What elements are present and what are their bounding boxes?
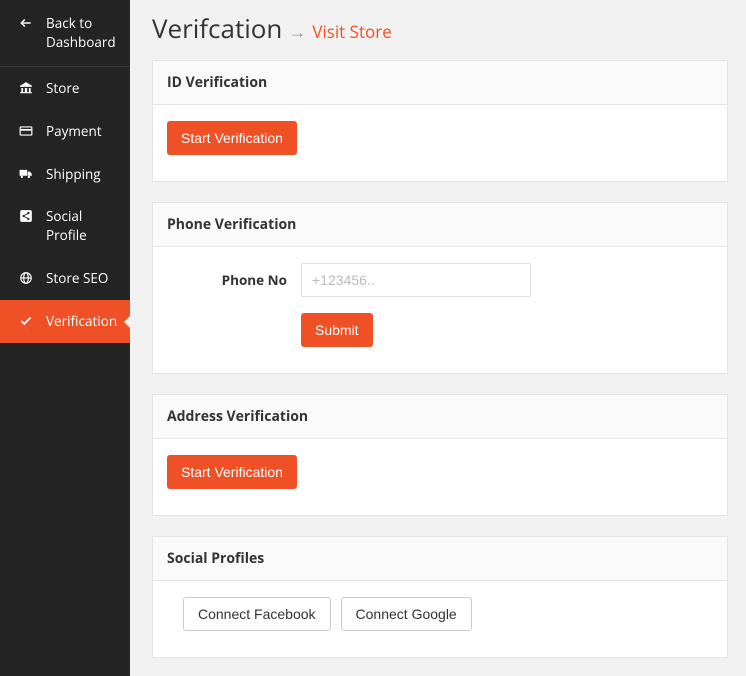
phone-verification-panel: Phone Verification Phone No Submit [152, 202, 728, 374]
phone-input[interactable] [301, 263, 531, 297]
truck-icon [18, 167, 34, 181]
connect-facebook-button[interactable]: Connect Facebook [183, 597, 331, 631]
connect-google-button[interactable]: Connect Google [341, 597, 472, 631]
sidebar-item-social-profile[interactable]: Social Profile [0, 195, 130, 257]
page-title-text: Verifcation [152, 10, 282, 46]
sidebar-item-label: Payment [46, 122, 120, 141]
start-id-verification-button[interactable]: Start Verification [167, 121, 297, 155]
panel-body: Start Verification [153, 439, 727, 515]
panel-header: Phone Verification [153, 203, 727, 247]
check-icon [18, 314, 34, 328]
sidebar-item-payment[interactable]: Payment [0, 110, 130, 153]
share-icon [18, 209, 34, 223]
sidebar-item-label: Shipping [46, 165, 120, 184]
submit-phone-button[interactable]: Submit [301, 313, 373, 347]
visit-store-link[interactable]: Visit Store [312, 20, 391, 43]
start-address-verification-button[interactable]: Start Verification [167, 455, 297, 489]
panel-body: Phone No Submit [153, 247, 727, 373]
phone-label: Phone No [167, 271, 287, 289]
sidebar-item-label: Social Profile [46, 207, 120, 245]
panel-header: ID Verification [153, 61, 727, 105]
panel-header: Social Profiles [153, 537, 727, 581]
sidebar-item-label: Back to Dashboard [46, 14, 120, 52]
bank-icon [18, 81, 34, 95]
sidebar-item-store-seo[interactable]: Store SEO [0, 257, 130, 300]
sidebar-item-verification[interactable]: Verification [0, 300, 130, 343]
panel-body: Connect Facebook Connect Google [153, 581, 727, 657]
sidebar-item-back[interactable]: Back to Dashboard [0, 0, 130, 67]
panel-header: Address Verification [153, 395, 727, 439]
main-content: Verifcation → Visit Store ID Verificatio… [130, 0, 746, 676]
phone-form-row: Phone No [167, 263, 713, 297]
panel-body: Start Verification [153, 105, 727, 181]
id-verification-panel: ID Verification Start Verification [152, 60, 728, 182]
page-title: Verifcation → Visit Store [152, 10, 728, 46]
sidebar-item-store[interactable]: Store [0, 67, 130, 110]
social-profiles-panel: Social Profiles Connect Facebook Connect… [152, 536, 728, 658]
sidebar-item-shipping[interactable]: Shipping [0, 153, 130, 196]
card-icon [18, 124, 34, 138]
arrow-right-icon: → [288, 20, 306, 44]
arrow-left-icon [18, 16, 34, 30]
sidebar: Back to Dashboard Store Payment Shipping… [0, 0, 130, 676]
globe-icon [18, 271, 34, 285]
sidebar-item-label: Verification [46, 312, 120, 331]
address-verification-panel: Address Verification Start Verification [152, 394, 728, 516]
sidebar-item-label: Store [46, 79, 120, 98]
sidebar-item-label: Store SEO [46, 269, 120, 288]
